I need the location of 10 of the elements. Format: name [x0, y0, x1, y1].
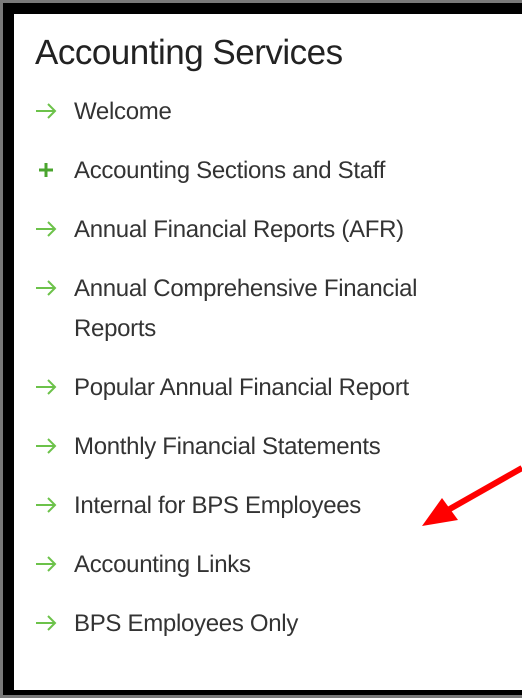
nav-link[interactable]: Accounting Sections and Staff	[74, 151, 386, 191]
nav-link[interactable]: Internal for BPS Employees	[74, 486, 362, 526]
nav-link[interactable]: Annual Financial Reports (AFR)	[74, 210, 404, 250]
nav-link[interactable]: Popular Annual Financial Report	[74, 368, 409, 408]
nav-link[interactable]: BPS Employees Only	[74, 604, 298, 644]
nav-link[interactable]: Welcome	[74, 92, 172, 132]
nav-link[interactable]: Annual Comprehensive Financial Reports	[74, 269, 494, 349]
nav-link[interactable]: Monthly Financial Statements	[74, 427, 380, 467]
nav-link[interactable]: Accounting Links	[74, 545, 251, 585]
section-title: Accounting Services	[35, 32, 343, 74]
